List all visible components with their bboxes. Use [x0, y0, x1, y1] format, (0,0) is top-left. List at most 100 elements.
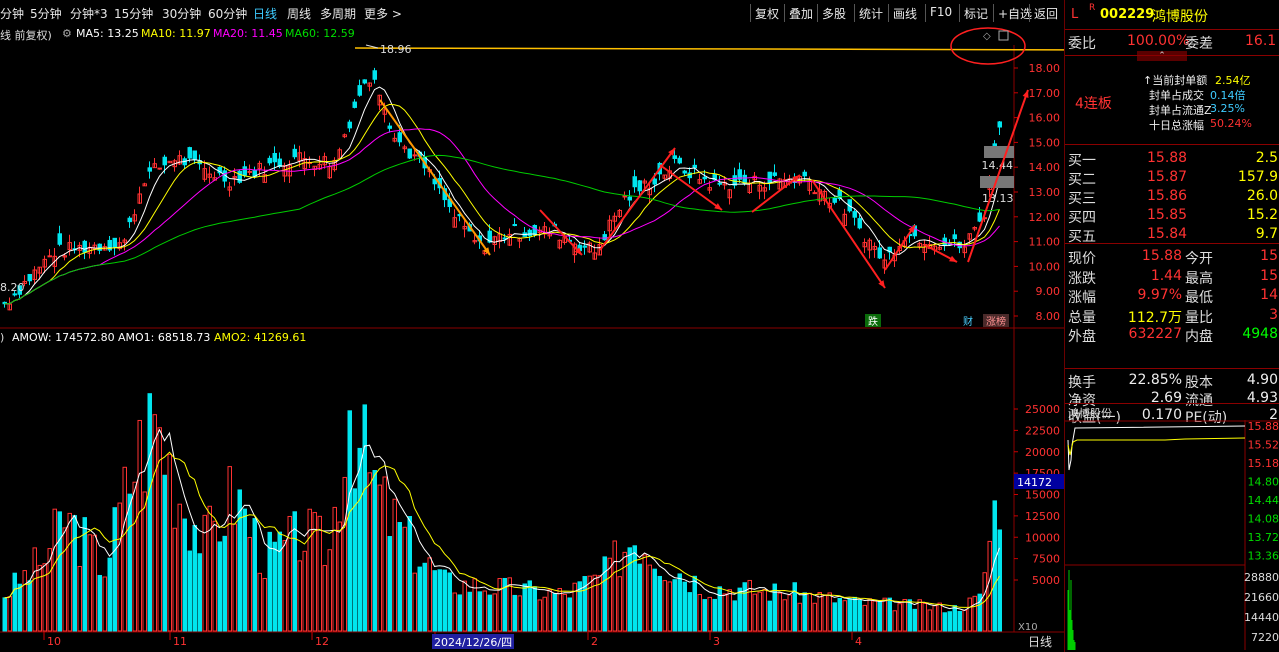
intraday-mini-chart[interactable]: 15.88 15.52 15.18 14.80 14.44 14.08 13.72 13.36…: [1065, 420, 1279, 650]
volume-bar: [72, 515, 77, 632]
badge-die: 跌: [868, 315, 878, 328]
candle-body: [877, 247, 882, 259]
volume-bar: [137, 419, 142, 632]
candle-body: [242, 166, 247, 176]
volume-bar: [227, 466, 232, 632]
volume-bar: [92, 534, 97, 632]
mini-price-label: 15.88: [1248, 420, 1279, 433]
volume-bar: [122, 466, 127, 632]
volume-bar: [837, 597, 842, 632]
volume-bar: [842, 600, 847, 632]
window-icon: [998, 30, 1009, 41]
volume-bar: [807, 592, 812, 632]
month-label: 12: [315, 635, 329, 648]
volume-bar: [212, 520, 217, 632]
volume-bar: [847, 598, 852, 632]
candle-body: [372, 70, 377, 80]
volume-bar: [672, 579, 677, 632]
collapse-chevron-icon[interactable]: ⌃: [1137, 51, 1187, 61]
volume-bar: [287, 515, 292, 632]
volume-bar: [727, 589, 732, 632]
month-label: 10: [47, 635, 61, 648]
mini-vol-label: 7220: [1251, 631, 1279, 644]
volume-unit: X10: [1018, 622, 1038, 633]
volume-bar: [377, 484, 382, 632]
candle-body: [692, 164, 697, 169]
amo2-label: AMO2: 41269.61: [214, 331, 307, 344]
trend-arrow: [379, 99, 491, 256]
volume-bar: [957, 610, 962, 632]
volume-bar: [357, 447, 362, 632]
volume-bar: [297, 560, 302, 632]
bid-price: 15.86: [1147, 188, 1188, 204]
volume-bar: [412, 572, 417, 632]
volume-bar: [822, 594, 827, 632]
seal-row-label: 封单占流通Z: [1149, 104, 1212, 117]
volume-current-tag: 14172: [1017, 476, 1052, 489]
volume-bar: [207, 505, 212, 632]
month-label: 4: [855, 635, 862, 648]
volume-bar: [557, 588, 562, 632]
candle-body: [802, 171, 807, 177]
last-price-mark: 13.13: [982, 192, 1014, 205]
ma20-line: [4, 128, 1000, 305]
price-tick-label: 17.00: [1029, 87, 1061, 100]
volume-bar: [472, 578, 477, 632]
volume-bar: [702, 599, 707, 632]
volume-bar: [917, 599, 922, 632]
volume-bar: [922, 603, 927, 632]
volume-bar: [102, 576, 107, 632]
kline-chart[interactable]: 18.00 17.00 16.00 15.00 14.00 13.00 12.00 11.00…: [0, 0, 1064, 652]
volume-bar: [197, 553, 202, 632]
candle-body: [27, 273, 32, 282]
candle-body: [682, 170, 687, 174]
volume-bar: [697, 594, 702, 632]
mini-price-label: 13.36: [1248, 550, 1279, 563]
volume-bar: [437, 569, 442, 632]
lianban-tag: 4连板: [1075, 96, 1112, 112]
volume-bar: [662, 580, 667, 632]
badge-cai: 财: [963, 315, 973, 328]
volume-bar: [637, 563, 642, 632]
volume-bar: [77, 566, 82, 632]
volume-bar: [762, 589, 767, 632]
candle-body: [57, 233, 62, 245]
volume-bar: [987, 540, 992, 632]
candle-body: [82, 240, 87, 253]
volume-bar: [247, 537, 252, 632]
volume-bar: [972, 595, 977, 632]
price-tick-label: 8.00: [1036, 310, 1061, 323]
stat-value: 9.97%: [1137, 287, 1182, 303]
volume-bar: [492, 593, 497, 632]
volume-bar: [447, 572, 452, 632]
volume-bar: [642, 554, 647, 632]
volume-bar: [532, 586, 537, 632]
arrow-head: [1022, 90, 1029, 98]
volume-bar: [217, 541, 222, 632]
volume-bar: [127, 493, 132, 632]
annotation-line: [354, 47, 1064, 51]
candle-body: [187, 147, 192, 159]
volume-bar: [962, 609, 967, 632]
stat-value: 632227: [1128, 326, 1182, 342]
volume-bar: [752, 593, 757, 632]
volume-bar: [257, 572, 262, 632]
candle-body: [147, 167, 152, 172]
mini-price-line: [1067, 425, 1246, 471]
candle-body: [637, 180, 642, 192]
price-tick-label: 11.00: [1029, 236, 1061, 249]
candle-body: [812, 192, 817, 195]
candle-body: [292, 148, 297, 158]
seal-row-value: 0.14倍: [1210, 89, 1246, 102]
diamond-icon: ◇: [983, 31, 991, 42]
month-label: 11: [173, 635, 187, 648]
volume-bar: [827, 592, 832, 632]
price-tick-label: 12.00: [1029, 211, 1061, 224]
volume-bar: [772, 583, 777, 632]
volume-bar: [897, 603, 902, 632]
weicha-label: 委差: [1185, 36, 1213, 52]
volume-bar: [362, 404, 367, 632]
ma5-line: [4, 86, 1000, 305]
volume-bar: [657, 575, 662, 632]
volume-bar: [262, 577, 267, 632]
